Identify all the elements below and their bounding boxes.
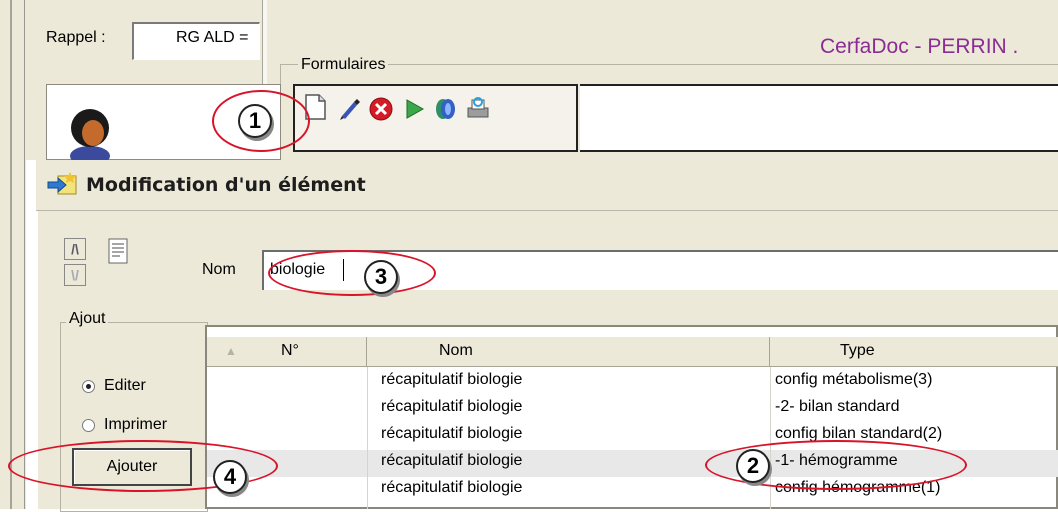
table-row[interactable]: récapitulatif biologie config bilan stan…	[207, 423, 1058, 450]
nom-label: Nom	[202, 261, 236, 278]
callout-4-badge: 4	[213, 460, 247, 494]
column-separator	[770, 367, 771, 509]
ajout-label: Ajout	[66, 310, 109, 328]
avatar	[70, 109, 110, 160]
pen-icon[interactable]	[334, 92, 364, 122]
callout-3-badge: 3	[364, 260, 398, 294]
sort-up-icon: ▲	[225, 344, 237, 358]
edit-element-icon	[47, 172, 77, 195]
rappel-value: RG ALD =	[176, 29, 249, 46]
radio-imprimer[interactable]	[82, 419, 95, 432]
table-row[interactable]: récapitulatif biologie config métabolism…	[207, 369, 1058, 396]
app-title: CerfaDoc - PERRIN .	[820, 35, 1019, 58]
print-preview-icon[interactable]	[462, 92, 492, 122]
left-panel-divider-2	[24, 0, 25, 509]
book-icon[interactable]	[430, 92, 460, 122]
column-header-num[interactable]: ▲ N°	[207, 337, 367, 367]
callout-2-badge: 2	[736, 449, 770, 483]
column-header-nom-label: Nom	[439, 342, 473, 359]
callout-1-badge: 1	[238, 104, 272, 138]
column-separator	[367, 367, 368, 509]
column-header-nom[interactable]: Nom	[367, 337, 770, 367]
radio-editer[interactable]	[82, 380, 95, 393]
play-icon[interactable]	[399, 92, 429, 122]
row-nom: récapitulatif biologie	[381, 398, 523, 415]
column-header-num-label: N°	[281, 342, 299, 359]
table-row[interactable]: récapitulatif biologie -2- bilan standar…	[207, 396, 1058, 423]
radio-imprimer-label[interactable]: Imprimer	[104, 416, 167, 434]
row-nom: récapitulatif biologie	[381, 452, 523, 469]
row-nom: récapitulatif biologie	[381, 371, 523, 388]
move-down-button[interactable]: \/	[64, 264, 86, 286]
column-header-type-label: Type	[840, 342, 875, 359]
callout-3-ellipse	[268, 250, 436, 296]
toolbar-empty-area	[580, 84, 1058, 152]
document-properties-icon[interactable]	[108, 238, 128, 264]
left-panel-edge	[0, 0, 26, 509]
column-header-type[interactable]: Type	[770, 337, 1058, 367]
rappel-label: Rappel :	[46, 29, 106, 46]
dialog-title: Modification d'un élément	[86, 174, 366, 196]
radio-editer-label[interactable]: Editer	[104, 377, 146, 395]
row-nom: récapitulatif biologie	[381, 425, 523, 442]
row-nom: récapitulatif biologie	[381, 479, 523, 496]
move-up-button[interactable]: /\	[64, 238, 86, 260]
delete-icon[interactable]	[366, 92, 396, 122]
row-type: config métabolisme(3)	[775, 371, 933, 388]
left-panel-divider	[10, 0, 12, 509]
row-type: -2- bilan standard	[775, 398, 900, 415]
formulaires-label: Formulaires	[298, 56, 389, 74]
